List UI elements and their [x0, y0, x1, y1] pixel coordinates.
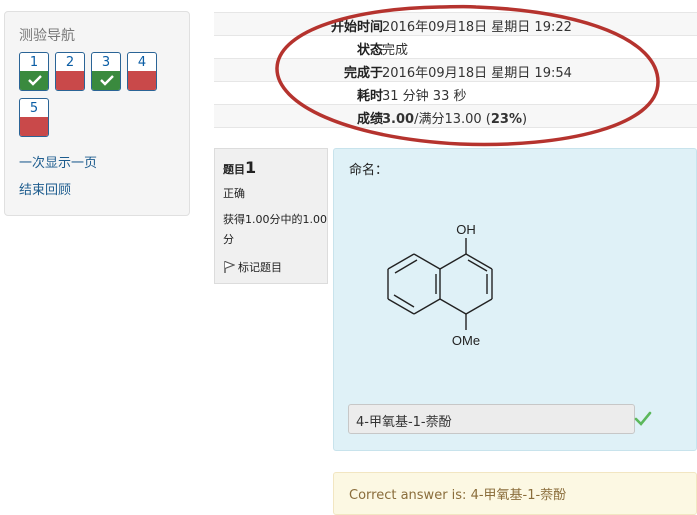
flag-icon: [224, 260, 236, 273]
question-number: 题目1: [223, 158, 256, 177]
correct-check-icon: [634, 411, 652, 426]
molecule-structure: OH OMe: [387, 222, 493, 348]
question-info-box: 题目1 正确 获得1.00分中的1.00分 标记题目: [214, 148, 328, 284]
flag-question-button[interactable]: 标记题目: [223, 259, 282, 275]
question-wrong-state: [128, 71, 156, 90]
finish-review-link[interactable]: 结束回顾: [19, 179, 71, 198]
check-icon: [100, 75, 114, 86]
molecule-bottom-group: OMe: [452, 333, 480, 348]
flag-question-label: 标记题目: [238, 261, 282, 274]
question-content: 命名： OH OMe 4-甲氧基-1-萘酚: [333, 148, 697, 451]
check-icon: [28, 75, 42, 86]
question-status: 正确: [223, 187, 245, 200]
question-number-value: 1: [245, 158, 257, 177]
nav-question-number: 3: [101, 55, 111, 70]
quiz-navigation-block: 测验导航 1 2 3 4 5 一次显示一页 结束回顾: [4, 11, 190, 216]
nav-question-number: 2: [65, 55, 75, 70]
question-grade: 获得1.00分中的1.00分: [223, 213, 327, 246]
nav-question-3-button[interactable]: 3: [91, 52, 121, 91]
quiz-navigation-title: 测验导航: [19, 28, 75, 44]
question-prompt: 命名：: [349, 163, 389, 178]
nav-question-2-button[interactable]: 2: [55, 52, 85, 91]
question-correct-state: [92, 71, 120, 90]
red-ellipse-annotation: [275, 4, 660, 147]
correct-answer-feedback: Correct answer is: 4-甲氧基-1-萘酚: [333, 472, 697, 515]
question-label: 题目: [223, 163, 245, 176]
nav-question-number: 4: [137, 55, 147, 70]
nav-question-5-button[interactable]: 5: [19, 98, 49, 137]
question-wrong-state: [20, 117, 48, 136]
question-wrong-state: [56, 71, 84, 90]
nav-question-number: 1: [29, 55, 39, 70]
molecule-top-group: OH: [456, 222, 476, 237]
answer-input[interactable]: 4-甲氧基-1-萘酚: [348, 404, 635, 434]
question-correct-state: [20, 71, 48, 90]
correct-answer-text: Correct answer is: 4-甲氧基-1-萘酚: [349, 488, 567, 503]
show-one-page-link[interactable]: 一次显示一页: [19, 152, 97, 171]
nav-question-4-button[interactable]: 4: [127, 52, 157, 91]
nav-question-1-button[interactable]: 1: [19, 52, 49, 91]
nav-question-number: 5: [29, 101, 39, 116]
